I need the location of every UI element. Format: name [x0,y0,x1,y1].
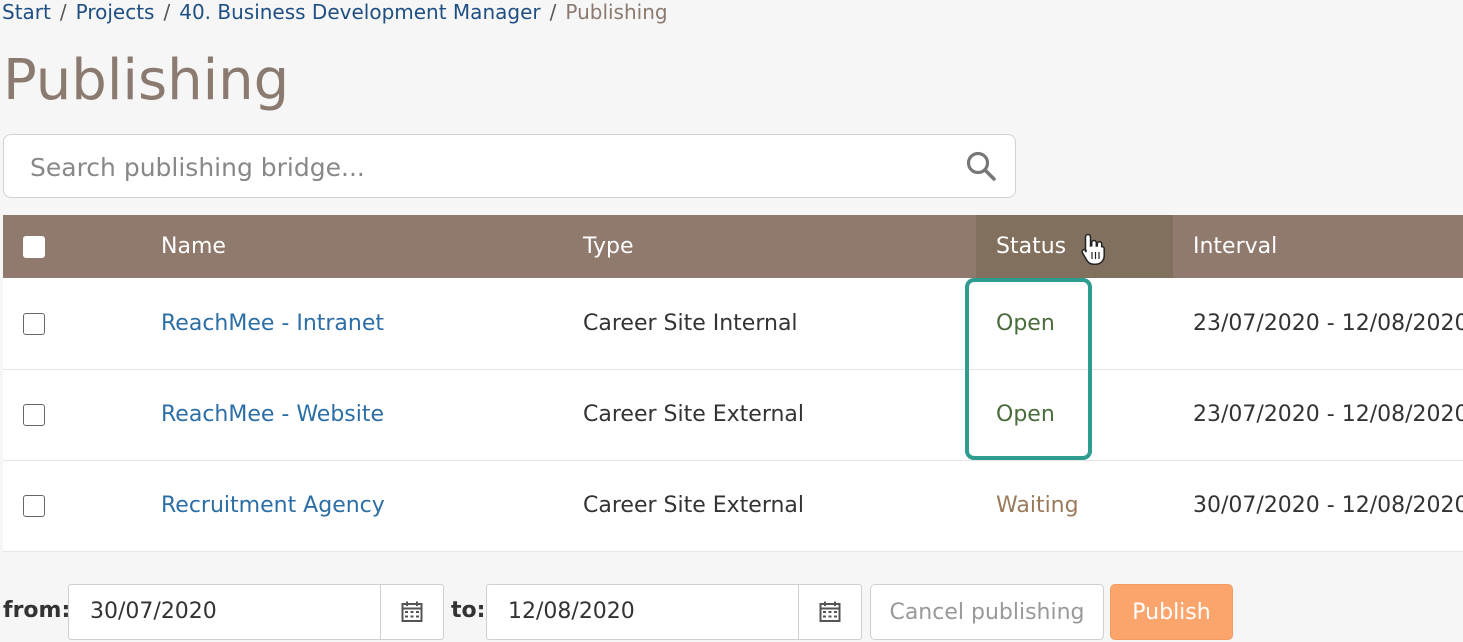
to-calendar-button[interactable] [798,585,861,639]
calendar-icon [401,601,423,622]
breadcrumb-start[interactable]: Start [2,0,51,24]
breadcrumb-current: Publishing [565,0,668,24]
row-interval: 23/07/2020 - 12/08/2020 [1193,402,1463,427]
table-row: ReachMee - Website Career Site External … [3,369,1463,460]
table-row: Recruitment Agency Career Site External … [3,460,1463,551]
table-header-row: Name Type Status Interval [3,215,1463,278]
row-checkbox[interactable] [23,404,45,426]
column-header-status-label: Status [996,234,1067,259]
cancel-publishing-button[interactable]: Cancel publishing [870,584,1104,640]
row-name-link[interactable]: Recruitment Agency [161,493,385,518]
row-status: Open [996,402,1055,427]
search-icon[interactable] [965,150,997,182]
calendar-icon [819,601,841,622]
from-label: from: [3,598,71,623]
from-date-value: 30/07/2020 [90,599,217,624]
breadcrumb-separator: / [59,0,67,24]
row-type: Career Site External [583,493,805,518]
from-date-field[interactable]: 30/07/2020 [68,584,444,640]
search-box [3,134,1016,198]
page-title: Publishing [3,48,290,113]
breadcrumb-separator: / [163,0,171,24]
row-type: Career Site Internal [583,310,798,336]
to-date-field[interactable]: 12/08/2020 [486,584,862,640]
breadcrumb-projects[interactable]: Projects [76,0,155,24]
search-input[interactable] [30,147,930,187]
breadcrumb: Start / Projects / 40. Business Development … [2,0,668,24]
row-name-link[interactable]: ReachMee - Website [161,402,384,427]
breadcrumb-project[interactable]: 40. Business Development Manager [179,0,540,24]
column-header-interval[interactable]: Interval [1173,215,1463,278]
column-header-name[interactable]: Name [161,215,583,278]
row-status: Open [996,310,1055,336]
publish-footer: from: 30/07/2020 to: 12/08/2020 Cancel p… [0,584,1463,642]
row-checkbox[interactable] [23,312,45,335]
column-header-interval-label: Interval [1193,234,1278,259]
publishing-table: Name Type Status Interval ReachMee - Int… [3,215,1463,552]
breadcrumb-separator: / [549,0,557,24]
publish-button[interactable]: Publish [1110,584,1233,640]
select-all-checkbox[interactable] [23,236,45,258]
hand-cursor-icon [1081,233,1105,265]
select-all-cell [3,215,161,278]
row-checkbox[interactable] [23,495,45,517]
row-interval: 23/07/2020 - 12/08/2020 [1193,310,1463,336]
column-header-status[interactable]: Status [976,215,1173,278]
table-row: ReachMee - Intranet Career Site Internal… [3,278,1463,369]
to-date-value: 12/08/2020 [508,599,635,624]
to-label: to: [451,598,486,623]
row-status: Waiting [996,493,1079,518]
row-interval: 30/07/2020 - 12/08/2020 [1193,493,1463,518]
column-header-type[interactable]: Type [583,215,976,278]
row-type: Career Site External [583,402,805,427]
row-name-link[interactable]: ReachMee - Intranet [161,311,384,336]
from-calendar-button[interactable] [380,585,443,639]
